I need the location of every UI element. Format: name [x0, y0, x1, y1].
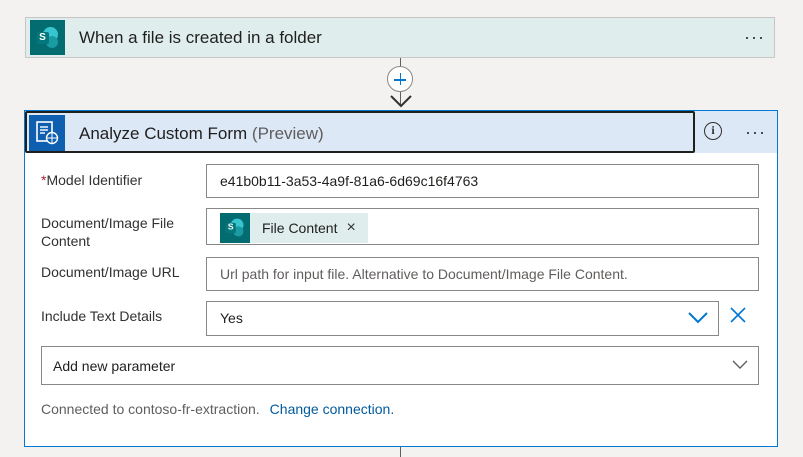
chevron-down-icon	[688, 312, 708, 324]
include-text-details-select[interactable]: Yes	[206, 301, 719, 336]
add-new-parameter-dropdown[interactable]: Add new parameter	[41, 346, 759, 385]
clear-icon[interactable]	[730, 307, 746, 323]
connection-text: Connected to contoso-fr-extraction.	[41, 401, 260, 417]
add-step-button[interactable]	[387, 66, 413, 92]
remove-token-icon[interactable]: ×	[346, 219, 355, 237]
connector-line	[400, 58, 401, 66]
file-content-input[interactable]: S File Content ×	[206, 208, 759, 245]
file-content-token[interactable]: S File Content ×	[220, 213, 368, 243]
sharepoint-icon: S	[30, 20, 65, 55]
sharepoint-icon: S	[220, 213, 250, 243]
preview-label: (Preview)	[251, 124, 324, 143]
chevron-down-icon	[732, 360, 748, 369]
connection-footer: Connected to contoso-fr-extraction. Chang…	[41, 401, 394, 417]
model-identifier-label: *Model Identifier	[41, 172, 143, 188]
token-label: File Content	[262, 220, 338, 236]
model-identifier-input[interactable]: e41b0b11-3a53-4a9f-81a6-6d69c16f4763	[206, 164, 759, 198]
change-connection-link[interactable]: Change connection.	[270, 401, 395, 417]
arrow-down-icon	[390, 95, 412, 108]
trigger-card[interactable]: S When a file is created in a folder ···	[25, 17, 775, 58]
connector-line	[400, 447, 401, 457]
action-header[interactable]: Analyze Custom Form (Preview)	[25, 111, 695, 153]
document-url-input[interactable]: Url path for input file. Alternative to …	[206, 257, 759, 291]
file-content-label: Document/Image File Content	[41, 215, 175, 249]
trigger-title: When a file is created in a folder	[79, 28, 322, 47]
info-icon[interactable]: i	[704, 122, 722, 140]
action-card: Analyze Custom Form (Preview) i ··· *Mod…	[24, 110, 778, 447]
more-options-icon[interactable]: ···	[745, 123, 766, 141]
form-recognizer-icon	[29, 115, 65, 151]
more-options-icon[interactable]: ···	[744, 28, 765, 46]
action-title: Analyze Custom Form (Preview)	[79, 124, 324, 143]
include-text-details-label: Include Text Details	[41, 308, 163, 324]
document-url-label: Document/Image URL	[41, 264, 180, 280]
